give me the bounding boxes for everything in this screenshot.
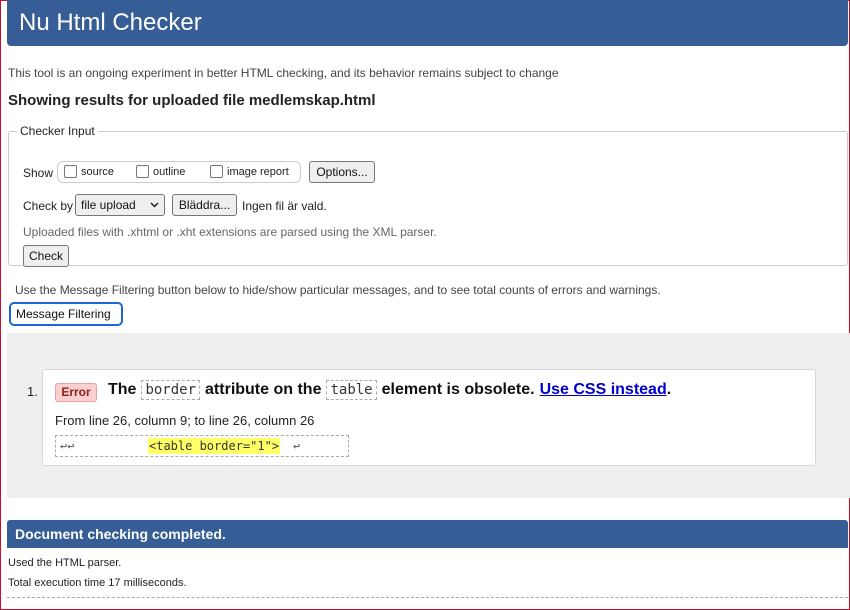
browse-button[interactable]: Bläddra... — [172, 194, 237, 216]
parser-used-text: Used the HTML parser. — [8, 557, 122, 569]
message-text-end: . — [666, 381, 672, 398]
message-text-part: attribute on the — [205, 381, 322, 398]
options-button[interactable]: Options... — [309, 161, 375, 183]
image-report-checkbox[interactable] — [210, 165, 223, 178]
error-message: Error The border attribute on the table … — [42, 369, 816, 466]
message-number: 1. — [27, 384, 38, 399]
intro-text: This tool is an ongoing experiment in be… — [8, 66, 559, 80]
show-source-option[interactable]: source — [64, 165, 114, 178]
check-by-value: file upload — [81, 198, 136, 212]
show-label: Show — [23, 166, 54, 180]
image-report-checkbox-label: image report — [227, 165, 289, 178]
error-message-text: The border attribute on the table elemen… — [108, 380, 671, 400]
completion-status-bar: Document checking completed. — [7, 520, 848, 548]
line-break-marks: ↩↩ — [60, 439, 75, 453]
execution-time-text: Total execution time 17 milliseconds. — [8, 577, 187, 589]
line-break-mark: ↩ — [293, 439, 301, 453]
checker-input-fieldset: Checker Input Show source outline image … — [8, 124, 848, 267]
error-location: From line 26, column 9; to line 26, colu… — [55, 413, 315, 428]
source-checkbox-label: source — [81, 165, 115, 178]
show-image-report-option[interactable]: image report — [210, 165, 289, 178]
check-by-select[interactable]: file upload — [75, 194, 165, 216]
outline-checkbox-label: outline — [153, 165, 186, 178]
show-outline-option[interactable]: outline — [136, 165, 185, 178]
source-checkbox[interactable] — [64, 165, 77, 178]
filter-info-text: Use the Message Filtering button below t… — [15, 283, 661, 297]
no-file-text: Ingen fil är vald. — [242, 199, 327, 213]
divider — [7, 597, 848, 598]
message-filtering-button[interactable]: Message Filtering — [9, 302, 123, 326]
parser-note: Uploaded files with .xhtml or .xht exten… — [23, 225, 437, 239]
highlighted-code: <table border="1"> — [148, 438, 281, 454]
message-text-part: element is obsolete. — [381, 381, 535, 398]
element-code: table — [326, 380, 377, 400]
use-css-link[interactable]: Use CSS instead — [540, 381, 667, 399]
results-heading: Showing results for uploaded file medlem… — [8, 92, 376, 109]
message-text-part: The — [108, 381, 137, 398]
check-button[interactable]: Check — [23, 245, 69, 267]
checker-input-legend: Checker Input — [20, 124, 95, 138]
outline-checkbox[interactable] — [136, 165, 149, 178]
source-extract: ↩↩ <table border="1"> ↩ — [55, 435, 349, 457]
page-title: Nu Html Checker — [19, 9, 202, 36]
show-options-group: source outline image report — [57, 161, 301, 183]
completion-status: Document checking completed. — [15, 526, 226, 542]
error-badge: Error — [55, 383, 97, 402]
page-header: Nu Html Checker — [7, 0, 848, 46]
chevron-down-icon — [150, 202, 159, 208]
check-by-label: Check by — [23, 199, 74, 213]
attribute-code: border — [141, 380, 201, 400]
